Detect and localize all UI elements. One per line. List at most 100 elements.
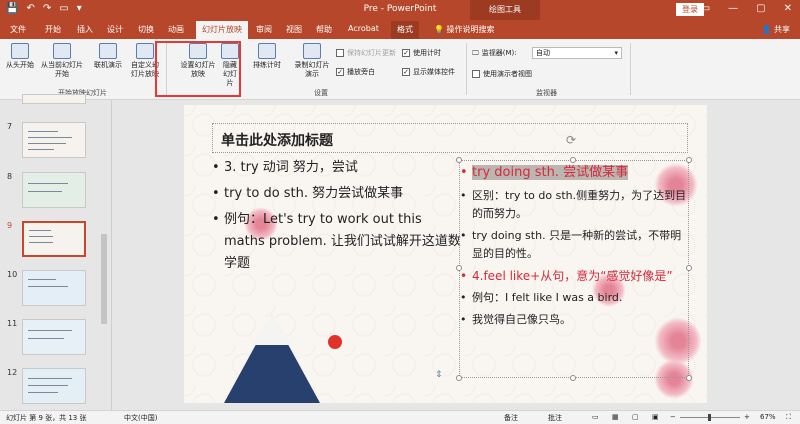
ribbon: 从头开始 从当前幻灯片开始 联机演示 自定义幻灯片放映 开始放映幻灯片 设置幻灯… (0, 39, 800, 100)
online-present-label: 联机演示 (94, 61, 122, 69)
tab-view[interactable]: 视图 (286, 24, 302, 35)
show-media-label: 显示媒体控件 (413, 68, 455, 76)
show-media-checkbox[interactable]: ✓ 显示媒体控件 (402, 67, 455, 77)
notes-button[interactable]: 备注 (504, 413, 518, 423)
comments-button[interactable]: 批注 (548, 413, 562, 423)
normal-view-icon[interactable]: ▭ (592, 413, 599, 421)
from-current-label: 从当前幻灯片开始 (41, 61, 83, 78)
slide-thumbnail-8[interactable] (22, 172, 86, 208)
resize-handle[interactable] (686, 265, 692, 271)
slideshow-current-icon (53, 43, 71, 59)
checkbox-box: ✓ (336, 68, 344, 76)
tab-transitions[interactable]: 切换 (138, 24, 154, 35)
tab-design[interactable]: 设计 (107, 24, 123, 35)
slide-thumbnail-partial[interactable] (22, 94, 86, 104)
thumbnail-scrollbar[interactable] (100, 104, 109, 404)
tab-acrobat[interactable]: Acrobat (348, 24, 379, 33)
right-bullet: 我觉得自己像只鸟。 (460, 311, 688, 329)
maximize-icon[interactable]: ▢ (756, 3, 765, 14)
from-beginning-button[interactable]: 从头开始 (4, 43, 36, 70)
tab-file[interactable]: 文件 (10, 24, 26, 35)
monitor-icon: 🖵 (472, 48, 479, 57)
monitor-label-row: 🖵 监视器(M): (472, 48, 517, 58)
tab-slideshow[interactable]: 幻灯片放映 (196, 21, 248, 39)
share-button[interactable]: 👤 共享 (761, 24, 790, 35)
record-button[interactable]: 录制幻灯片演示 (292, 43, 332, 79)
left-bullet: 3. try 动词 努力，尝试 (212, 157, 462, 179)
ribbon-display-icon[interactable]: ▭ (701, 3, 710, 14)
keep-updated-checkbox[interactable]: 保持幻灯片更新 (336, 48, 396, 58)
language-status[interactable]: 中文(中国) (124, 413, 157, 423)
resize-handle[interactable] (570, 375, 576, 381)
zoom-out-icon[interactable]: − (670, 413, 676, 421)
checkbox-box (472, 70, 480, 78)
monitor-select[interactable]: 自动 ▾ (532, 47, 622, 59)
record-icon (303, 43, 321, 59)
slide-thumbnails-pane: 7 8 9 10 11 12 (0, 94, 112, 410)
group-separator (630, 43, 631, 95)
ribbon-tabs: 文件 开始 插入 设计 切换 动画 幻灯片放映 审阅 视图 帮助 Acrobat… (0, 20, 800, 39)
rotate-handle-icon[interactable]: ⟳ (566, 133, 576, 147)
slide-thumbnail-9[interactable] (22, 221, 86, 257)
monitor-value: 自动 (536, 49, 550, 57)
tab-animations[interactable]: 动画 (168, 24, 184, 35)
zoom-level[interactable]: 67% (760, 413, 776, 421)
autofit-options-icon[interactable]: ⇕ (435, 370, 443, 380)
slideshow-view-icon[interactable]: ▣ (652, 413, 659, 421)
group-separator (466, 43, 467, 95)
slide-canvas[interactable]: 单击此处添加标题 ⟳ 3. try 动词 努力，尝试 try to do sth… (184, 105, 707, 403)
resize-handle[interactable] (456, 157, 462, 163)
highlight-frame (155, 41, 241, 97)
thumbnail-number: 11 (7, 319, 18, 328)
slide-thumbnail-10[interactable] (22, 270, 86, 306)
zoom-in-icon[interactable]: + (744, 413, 750, 421)
from-current-button[interactable]: 从当前幻灯片开始 (38, 43, 86, 79)
title-bar: 💾 ↶ ↷ ▭ ▾ Pre - PowerPoint 绘图工具 登录 ▭ — ▢… (0, 0, 800, 20)
share-label: 共享 (774, 25, 790, 34)
resize-handle[interactable] (686, 157, 692, 163)
rehearse-button[interactable]: 排练计时 (250, 43, 284, 70)
from-beginning-label: 从头开始 (6, 61, 34, 69)
title-placeholder[interactable]: 单击此处添加标题 (212, 123, 688, 153)
right-content-box[interactable]: try doing sth. 尝试做某事 区别：try to do sth.侧重… (459, 160, 689, 378)
tab-help[interactable]: 帮助 (316, 24, 332, 35)
thumbnail-number: 10 (7, 270, 18, 279)
tell-me-label: 操作说明搜索 (446, 25, 495, 34)
play-narration-checkbox[interactable]: ✓ 播放旁白 (336, 67, 375, 77)
left-bullet: 例句：Let's try to work out this maths prob… (212, 209, 462, 275)
use-timings-label: 使用计时 (413, 49, 441, 57)
thumbnail-number: 7 (7, 122, 13, 131)
thumbnail-number: 8 (7, 172, 13, 181)
minimize-icon[interactable]: — (728, 3, 738, 14)
mountain-snowcap (252, 315, 292, 345)
tab-insert[interactable]: 插入 (77, 24, 93, 35)
reading-view-icon[interactable]: ▢ (632, 413, 639, 421)
slide-thumbnail-12[interactable] (22, 368, 86, 404)
zoom-slider-knob[interactable] (708, 414, 711, 421)
right-bullet: 区别：try to do sth.侧重努力，为了达到目的而努力。 (460, 187, 688, 223)
sorter-view-icon[interactable]: ▦ (612, 413, 619, 421)
resize-handle[interactable] (686, 375, 692, 381)
keep-updated-label: 保持幻灯片更新 (347, 49, 396, 57)
online-present-button[interactable]: 联机演示 (90, 43, 126, 70)
close-icon[interactable]: ✕ (784, 3, 792, 14)
red-sun-decoration (328, 335, 342, 349)
presenter-view-checkbox[interactable]: 使用演示者视图 (472, 69, 532, 79)
slide-counter: 幻灯片 第 9 张，共 13 张 (6, 414, 87, 422)
tab-format[interactable]: 格式 (391, 21, 419, 39)
scrollbar-thumb[interactable] (101, 234, 107, 324)
slide-thumbnail-11[interactable] (22, 319, 86, 355)
fit-to-window-icon[interactable]: ⛶ (786, 413, 791, 422)
resize-handle[interactable] (570, 157, 576, 163)
slide-thumbnail-7[interactable] (22, 122, 86, 158)
tab-home[interactable]: 开始 (45, 24, 61, 35)
resize-handle[interactable] (456, 265, 462, 271)
tell-me-search[interactable]: 💡 操作说明搜索 (434, 24, 495, 35)
rehearse-icon (258, 43, 276, 59)
rehearse-label: 排练计时 (253, 61, 281, 69)
resize-handle[interactable] (456, 375, 462, 381)
tab-review[interactable]: 审阅 (256, 24, 272, 35)
use-timings-checkbox[interactable]: ✓ 使用计时 (402, 48, 441, 58)
right-bullet: 4.feel like+从句，意为“感觉好像是” (460, 267, 688, 285)
left-content-box[interactable]: 3. try 动词 努力，尝试 try to do sth. 努力尝试做某事 例… (212, 157, 462, 279)
